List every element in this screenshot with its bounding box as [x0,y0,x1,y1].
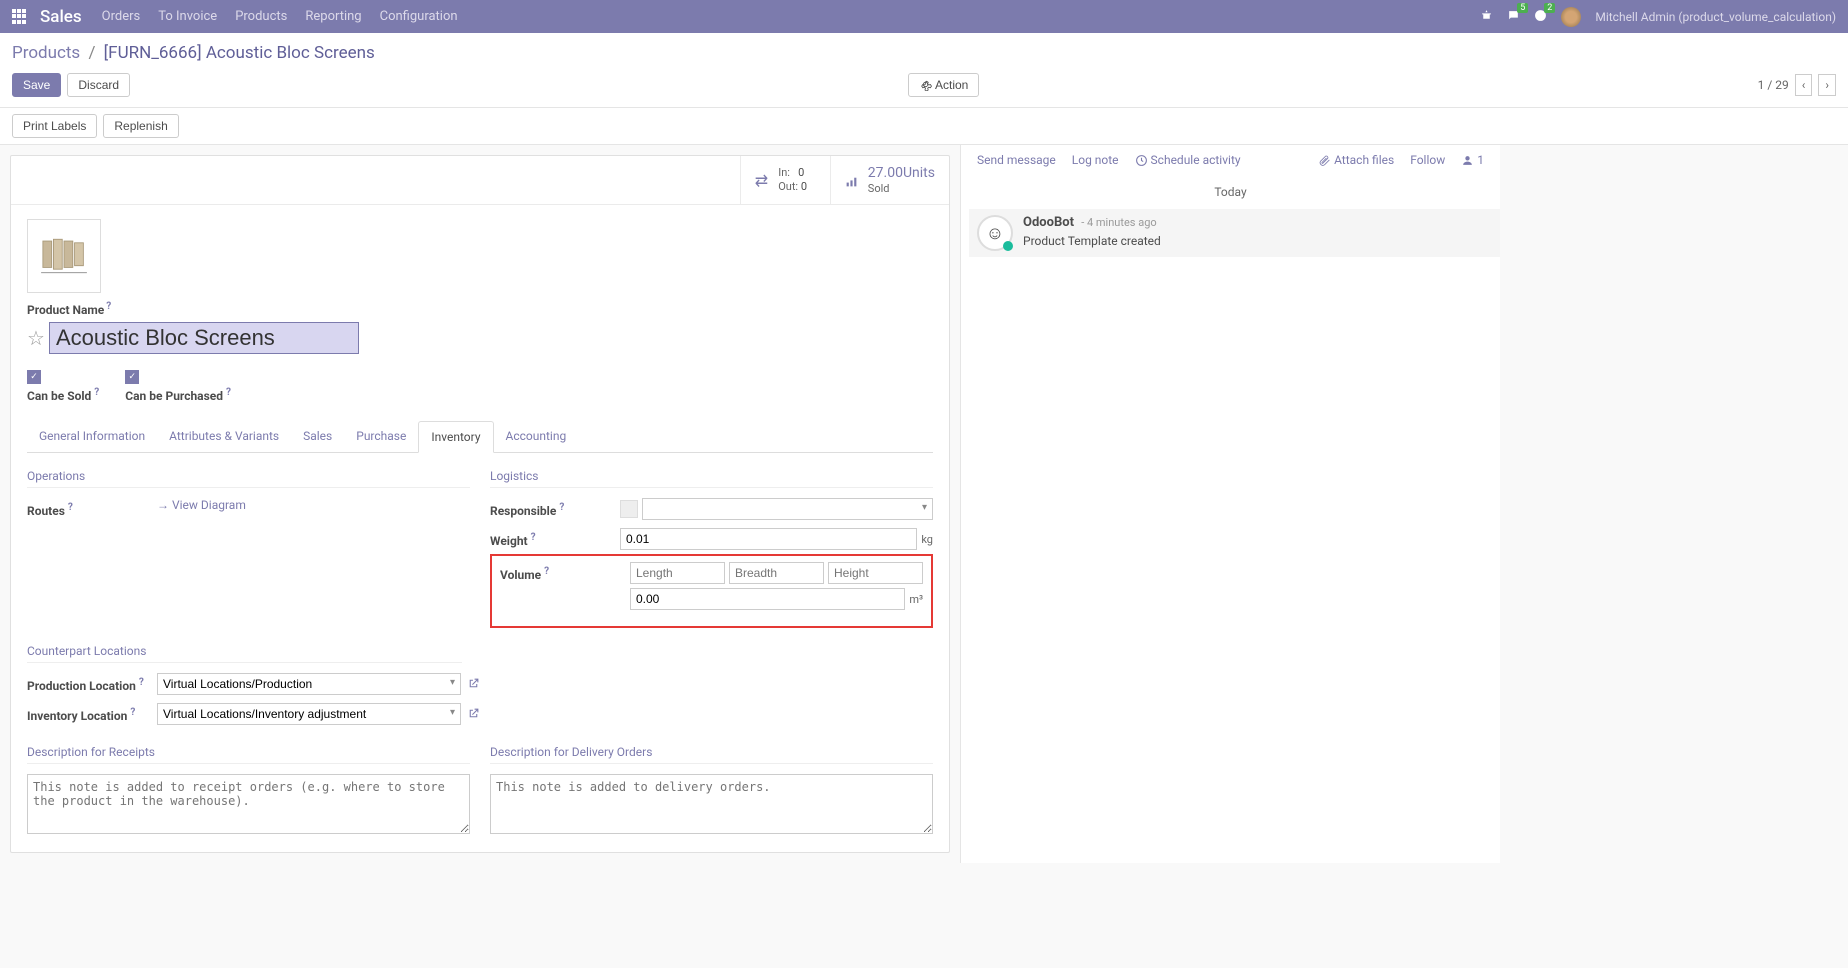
can-be-sold-checkbox[interactable]: ✓ [27,370,41,384]
action-row: Print Labels Replenish [0,108,1848,145]
can-be-purchased-checkbox[interactable]: ✓ [125,370,139,384]
weight-label: Weight ? [490,528,620,548]
tab-general[interactable]: General Information [27,421,157,452]
pager: 1 / 29 ‹ › [1758,74,1836,96]
activity-icon[interactable]: 2 [1534,9,1547,24]
user-icon [1461,154,1474,167]
tab-attributes[interactable]: Attributes & Variants [157,421,291,452]
responsible-input[interactable] [642,498,933,520]
tab-inventory[interactable]: Inventory [418,421,493,453]
stat-buttons: ⇄ In: 0 Out: 0 27.00Units Sold [11,156,949,205]
volume-highlight-box: Volume ? [490,554,933,628]
production-location-input[interactable] [157,673,461,695]
desc-receipts-textarea[interactable] [27,774,470,834]
app-brand[interactable]: Sales [40,7,82,27]
breadcrumb: Products / [FURN_6666] Acoustic Bloc Scr… [0,33,1848,67]
breadcrumb-separator: / [88,43,95,63]
chat-time: - 4 minutes ago [1081,216,1156,229]
form-sheet: ⇄ In: 0 Out: 0 27.00Units Sold [10,155,950,853]
external-link-icon[interactable] [467,706,480,722]
inventory-location-input[interactable] [157,703,461,725]
responsible-label: Responsible ? [490,498,620,518]
tabs: General Information Attributes & Variant… [27,421,933,453]
section-logistics: Logistics [490,469,933,488]
chatter: Send message Log note Schedule activity … [960,145,1500,863]
debug-icon[interactable] [1480,9,1493,24]
section-counterpart: Counterpart Locations [27,644,462,663]
top-nav: Sales Orders To Invoice Products Reporti… [0,0,1848,33]
weight-unit: kg [921,533,933,546]
messaging-badge: 5 [1517,3,1528,13]
can-be-purchased-label: Can be Purchased ? [125,387,231,403]
print-labels-button[interactable]: Print Labels [12,114,97,138]
external-link-icon[interactable] [467,676,480,692]
breadcrumb-root[interactable]: Products [12,43,80,63]
save-button[interactable]: Save [12,73,61,97]
chat-body: Product Template created [1023,234,1161,248]
attach-files-link[interactable]: Attach files [1318,153,1394,167]
stat-transfers[interactable]: ⇄ In: 0 Out: 0 [740,156,830,204]
favorite-star-icon[interactable]: ☆ [27,326,45,350]
length-input[interactable] [630,562,725,584]
send-message-link[interactable]: Send message [977,153,1056,167]
messaging-icon[interactable]: 5 [1507,9,1520,24]
bars-icon [845,171,858,190]
menu-to-invoice[interactable]: To Invoice [158,9,217,24]
tab-purchase[interactable]: Purchase [344,421,418,452]
user-avatar[interactable] [1561,7,1581,27]
discard-button[interactable]: Discard [67,73,130,97]
production-location-label: Production Location ? [27,673,157,693]
section-desc-receipts: Description for Receipts [27,745,470,764]
routes-label: Routes ? [27,498,157,518]
pager-prev[interactable]: ‹ [1795,74,1813,96]
responsible-avatar [620,500,638,518]
desc-delivery-textarea[interactable] [490,774,933,834]
breadth-input[interactable] [729,562,824,584]
tab-sales[interactable]: Sales [291,421,344,452]
product-image[interactable] [27,219,101,293]
action-button[interactable]: Action [908,73,979,97]
clock-icon [1135,154,1148,167]
volume-label: Volume ? [500,562,630,582]
tab-accounting[interactable]: Accounting [494,421,579,452]
pager-next[interactable]: › [1818,74,1836,96]
weight-input[interactable] [620,528,917,550]
apps-icon[interactable] [12,9,28,25]
log-note-link[interactable]: Log note [1072,153,1119,167]
inventory-location-label: Inventory Location ? [27,703,157,723]
schedule-activity-link[interactable]: Schedule activity [1135,153,1241,167]
height-input[interactable] [828,562,923,584]
gear-icon [919,78,932,91]
section-operations: Operations [27,469,470,488]
menu-configuration[interactable]: Configuration [380,9,458,24]
breadcrumb-current: [FURN_6666] Acoustic Bloc Screens [104,43,375,63]
volume-input[interactable] [630,588,905,610]
transfer-icon: ⇄ [755,171,768,190]
product-name-label: Product Name? [27,301,111,317]
product-name-input[interactable] [49,322,359,354]
menu-reporting[interactable]: Reporting [305,9,361,24]
menu-orders[interactable]: Orders [102,9,141,24]
control-bar: Save Discard Action 1 / 29 ‹ › [0,67,1848,108]
stat-sold[interactable]: 27.00Units Sold [830,156,949,204]
volume-unit: m³ [909,593,923,606]
menu-products[interactable]: Products [235,9,287,24]
view-diagram-link[interactable]: → View Diagram [157,498,246,512]
bot-avatar: ☺ [977,215,1013,251]
paperclip-icon [1318,154,1331,167]
chat-today-label: Today [977,185,1484,199]
chat-author: OdooBot [1023,215,1074,230]
section-desc-delivery: Description for Delivery Orders [490,745,933,764]
user-name[interactable]: Mitchell Admin (product_volume_calculati… [1595,10,1836,24]
pager-text: 1 / 29 [1758,78,1789,92]
screen-icon [36,234,92,278]
follow-link[interactable]: Follow [1410,153,1445,167]
replenish-button[interactable]: Replenish [103,114,178,138]
follower-count[interactable]: 1 [1461,153,1484,167]
can-be-sold-label: Can be Sold ? [27,387,99,403]
chat-message: ☺ OdooBot - 4 minutes ago Product Templa… [969,209,1500,257]
main-menu: Orders To Invoice Products Reporting Con… [102,9,1481,24]
activity-badge: 2 [1544,3,1555,13]
